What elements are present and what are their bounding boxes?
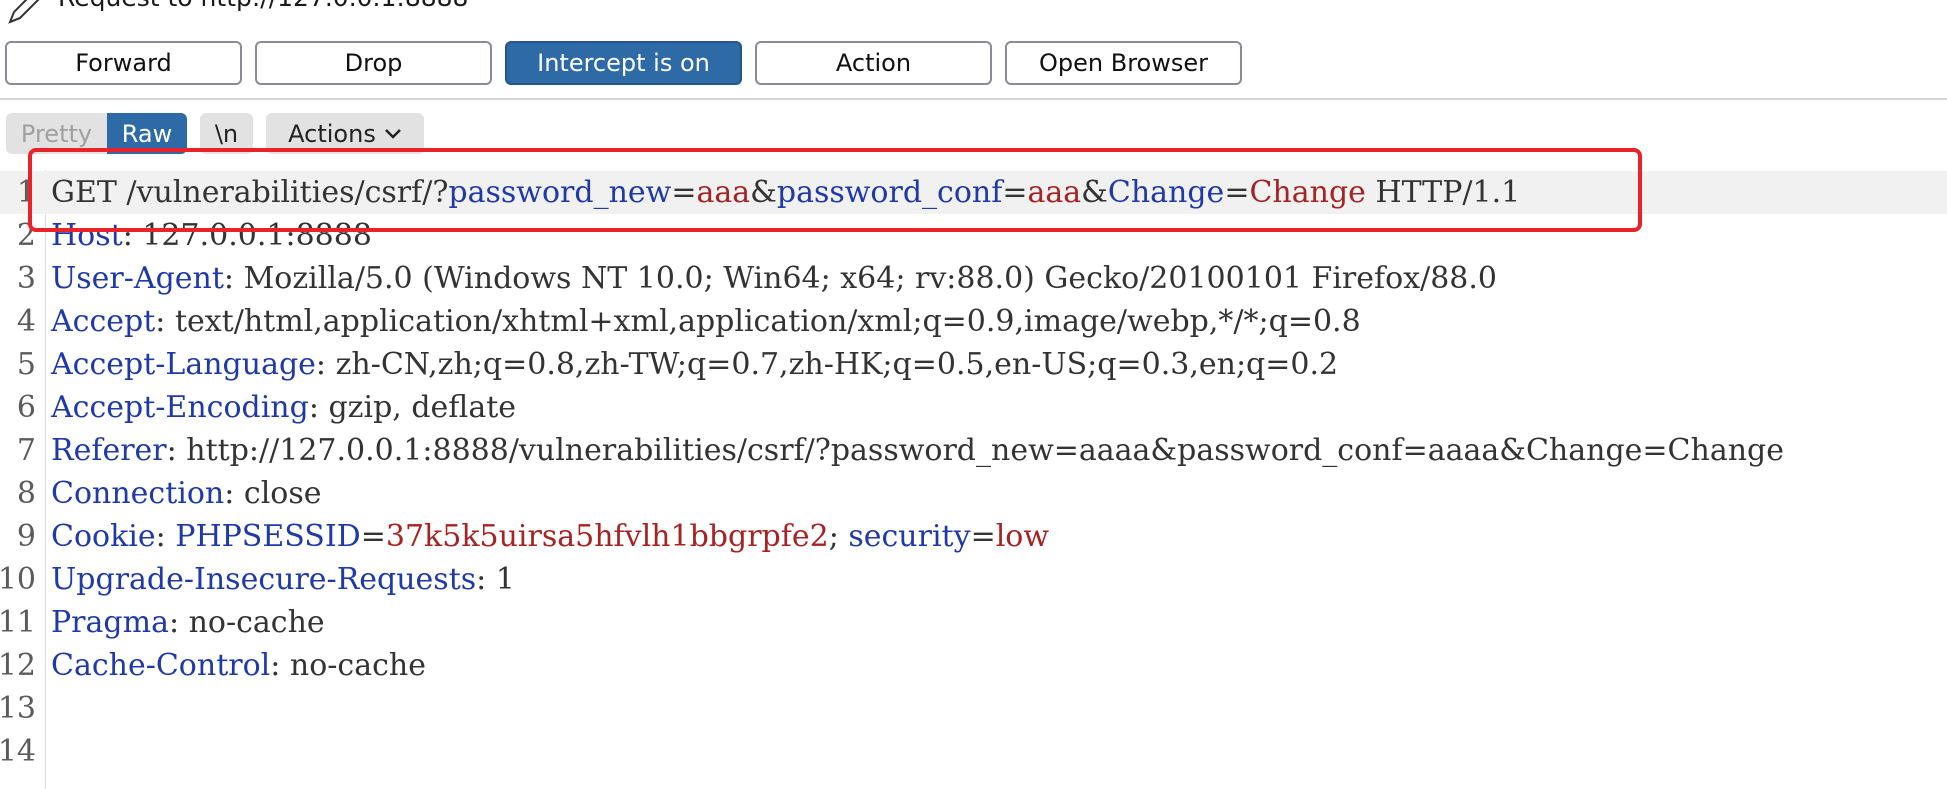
request-line-text: Connection: close [51, 472, 322, 515]
show-newlines-toggle[interactable]: \n [200, 113, 253, 154]
plain-text: = [360, 519, 386, 554]
plain-text: & [1081, 175, 1108, 210]
line-number: 12 [0, 648, 36, 683]
line-number: 8 [16, 476, 36, 511]
request-line-text: Upgrade-Insecure-Requests: 1 [51, 558, 515, 601]
request-line-text: Accept-Encoding: gzip, deflate [51, 386, 516, 429]
plain-text: : http://127.0.0.1:8888/vulnerabilities/… [166, 433, 1784, 468]
param-value: aaa [1027, 175, 1082, 210]
param-value: aaa [696, 175, 751, 210]
line-number: 11 [0, 605, 36, 640]
pretty-view-tab[interactable]: Pretty [6, 113, 107, 154]
plain-text: : no-cache [270, 648, 426, 683]
request-line: 9 Cookie: PHPSESSID=37k5k5uirsa5hfvlh1bbg… [0, 515, 1947, 558]
param-value: 37k5k5uirsa5hfvlh1bbgrpfe2 [385, 519, 829, 554]
intercept-toggle-button[interactable]: Intercept is on [505, 41, 742, 85]
plain-text: = [970, 519, 996, 554]
header-key: Connection [51, 476, 225, 511]
plain-text: : 127.0.0.1:8888 [122, 218, 372, 253]
plain-text: ; [828, 519, 849, 554]
pencil-icon [8, 0, 40, 24]
header-key: Pragma [51, 605, 169, 640]
plain-text: : close [224, 476, 322, 511]
header-key: Accept-Encoding [51, 390, 309, 425]
plain-text: : zh-CN,zh;q=0.8,zh-TW;q=0.7,zh-HK;q=0.5… [315, 347, 1339, 382]
request-line-text: Accept-Language: zh-CN,zh;q=0.8,zh-TW;q=… [51, 343, 1338, 386]
request-line: 6 Accept-Encoding: gzip, deflate [0, 386, 1947, 429]
line-number: 7 [16, 433, 36, 468]
plain-text: = [1002, 175, 1028, 210]
header-key: User-Agent [51, 261, 224, 296]
actions-label: Actions [288, 119, 376, 148]
open-browser-button[interactable]: Open Browser [1005, 41, 1242, 85]
header-key: security [848, 519, 971, 554]
drop-button[interactable]: Drop [255, 41, 492, 85]
header-key: password_conf [776, 175, 1003, 210]
forward-button[interactable]: Forward [5, 41, 242, 85]
window-title-bar: Request to http://127.0.0.1:8888 [0, 0, 1947, 28]
request-line: 3 User-Agent: Mozilla/5.0 (Windows NT 10.… [0, 257, 1947, 300]
header-key: Upgrade-Insecure-Requests [51, 562, 477, 597]
plain-text: & [750, 175, 777, 210]
header-key: Change [1107, 175, 1225, 210]
plain-text: : no-cache [168, 605, 325, 640]
line-number: 4 [16, 304, 36, 339]
line-number: 13 [0, 691, 36, 726]
request-line-text: User-Agent: Mozilla/5.0 (Windows NT 10.0… [51, 257, 1497, 300]
request-line: 14 [0, 730, 1947, 773]
request-line-text: Accept: text/html,application/xhtml+xml,… [51, 300, 1361, 343]
header-key: Cache-Control [51, 648, 271, 683]
line-number: 5 [16, 347, 36, 382]
request-line-text: Referer: http://127.0.0.1:8888/vulnerabi… [51, 429, 1784, 472]
header-key: Accept [51, 304, 156, 339]
request-line: 10 Upgrade-Insecure-Requests: 1 [0, 558, 1947, 601]
plain-text: = [1224, 175, 1250, 210]
param-value: low [995, 519, 1050, 554]
request-line: 12 Cache-Control: no-cache [0, 644, 1947, 687]
plain-text: : text/html,application/xhtml+xml,applic… [155, 304, 1361, 339]
request-line: 1 GET /vulnerabilities/csrf/?password_new… [0, 171, 1947, 214]
actions-dropdown[interactable]: Actions [266, 113, 424, 154]
request-editor[interactable]: 1 GET /vulnerabilities/csrf/?password_new… [0, 170, 1947, 789]
header-key: Accept-Language [51, 347, 316, 382]
request-line: 13 [0, 687, 1947, 730]
plain-text: HTTP/1.1 [1365, 175, 1521, 210]
raw-view-tab[interactable]: Raw [107, 113, 187, 154]
header-key: Referer [51, 433, 167, 468]
request-line-text: Host: 127.0.0.1:8888 [51, 214, 372, 257]
line-number: 14 [0, 734, 36, 769]
plain-text: : 1 [476, 562, 515, 597]
window-title: Request to http://127.0.0.1:8888 [58, 0, 468, 12]
line-number: 10 [0, 562, 36, 597]
plain-text: : gzip, deflate [308, 390, 517, 425]
chevron-down-icon [384, 128, 401, 139]
line-number: 6 [16, 390, 36, 425]
request-line-text: GET /vulnerabilities/csrf/?password_new=… [51, 171, 1520, 214]
plain-text: : Mozilla/5.0 (Windows NT 10.0; Win64; x… [223, 261, 1498, 296]
request-line: 11 Pragma: no-cache [0, 601, 1947, 644]
request-line: 4 Accept: text/html,application/xhtml+xml… [0, 300, 1947, 343]
header-key: password_new [448, 175, 672, 210]
header-key: PHPSESSID [175, 519, 361, 554]
request-line-text: Pragma: no-cache [51, 601, 325, 644]
request-line: 8 Connection: close [0, 472, 1947, 515]
plain-text: = [671, 175, 697, 210]
line-number: 2 [16, 218, 36, 253]
header-key: Host [51, 218, 123, 253]
request-line: 2 Host: 127.0.0.1:8888 [0, 214, 1947, 257]
request-line-text: Cache-Control: no-cache [51, 644, 426, 687]
action-button[interactable]: Action [755, 41, 992, 85]
request-line-text: Cookie: PHPSESSID=37k5k5uirsa5hfvlh1bbgr… [51, 515, 1049, 558]
plain-text: GET /vulnerabilities/csrf/? [51, 175, 449, 210]
plain-text: : [155, 519, 176, 554]
line-number: 9 [16, 519, 36, 554]
line-number: 1 [16, 175, 36, 210]
header-key: Cookie [51, 519, 156, 554]
request-line: 5 Accept-Language: zh-CN,zh;q=0.8,zh-TW;q… [0, 343, 1947, 386]
param-value: Change [1249, 175, 1366, 210]
request-line: 7 Referer: http://127.0.0.1:8888/vulnerab… [0, 429, 1947, 472]
toolbar-divider [0, 98, 1947, 100]
line-number: 3 [16, 261, 36, 296]
